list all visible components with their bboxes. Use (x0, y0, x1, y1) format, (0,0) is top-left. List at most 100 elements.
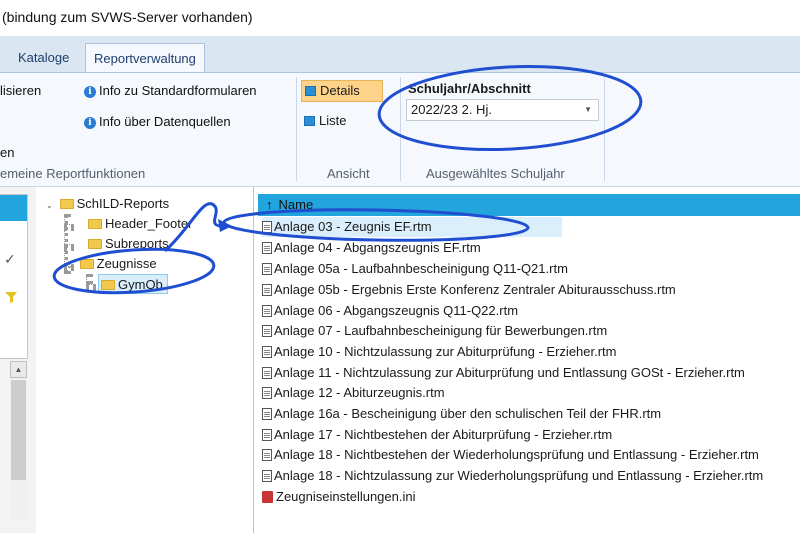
file-row[interactable]: Anlage 18 - Nichtbestehen der Wiederholu… (262, 445, 759, 465)
file-row[interactable]: Anlage 03 - Zeugnis EF.rtm (262, 217, 562, 237)
file-name: Anlage 07 - Laufbahnbescheinigung für Be… (274, 323, 608, 338)
file-name: Zeugniseinstellungen.ini (276, 489, 416, 504)
document-icon (262, 305, 272, 317)
tree-item-schild-reports[interactable]: ⌄ SchILD-Reports (46, 194, 169, 214)
file-name: Anlage 18 - Nichtbestehen der Wiederholu… (274, 447, 759, 462)
ini-file-icon (262, 491, 273, 503)
document-icon (262, 346, 272, 358)
document-icon (262, 284, 272, 296)
file-row[interactable]: Anlage 12 - Abiturzeugnis.rtm (262, 383, 445, 403)
info-icon: i (84, 117, 96, 129)
tree-item-label: Subreports (105, 236, 169, 251)
collapse-icon[interactable]: ⌄ (66, 256, 76, 276)
file-name: Anlage 18 - Nichtzulassung zur Wiederhol… (274, 468, 764, 483)
file-name: Anlage 06 - Abgangszeugnis Q11-Q22.rtm (274, 303, 519, 318)
file-row[interactable]: Anlage 11 - Nichtzulassung zur Abiturprü… (262, 363, 745, 383)
ribbon-separator (604, 77, 605, 181)
folder-open-icon (79, 259, 94, 269)
details-view-icon (305, 86, 316, 96)
document-icon (262, 325, 272, 337)
folder-open-icon (101, 280, 115, 290)
file-row[interactable]: Anlage 05a - Laufbahnbescheinigung Q11-Q… (262, 259, 568, 279)
filter-icon (5, 292, 17, 303)
document-icon (262, 470, 272, 482)
file-name: Anlage 16a - Bescheinigung über den schu… (274, 406, 662, 421)
tree-item-subreports[interactable]: Subreports (88, 234, 169, 254)
tab-kataloge[interactable]: Kataloge (10, 43, 77, 73)
ribbon-tabstrip: Kataloge Reportverwaltung (0, 36, 800, 73)
schoolyear-select[interactable]: 2022/23 2. Hj. ▼ (406, 99, 599, 121)
list-view-button[interactable]: Liste (301, 111, 383, 133)
group-label-schuljahr: Ausgewähltes Schuljahr (426, 166, 565, 181)
info-icon: i (84, 86, 96, 98)
check-icon: ✓ (4, 251, 16, 267)
details-view-button[interactable]: Details (301, 80, 383, 102)
tree-item-label: Header_Footer (105, 216, 193, 231)
chevron-down-icon: ▼ (584, 105, 592, 114)
tree-connector (86, 284, 96, 288)
folder-tree: ⌄ SchILD-Reports Header_Footer Subreport… (40, 187, 254, 533)
file-name: Anlage 03 - Zeugnis EF.rtm (274, 219, 432, 234)
scrollbar-thumb[interactable] (11, 380, 26, 480)
tree-item-label: Zeugnisse (96, 256, 157, 271)
file-name: Anlage 10 - Nichtzulassung zur Abiturprü… (274, 344, 617, 359)
tree-item-header-footer[interactable]: Header_Footer (88, 214, 192, 234)
scroll-up-button[interactable]: ▲ (10, 361, 27, 378)
ribbon-item-partial[interactable]: en (0, 145, 14, 160)
list-view-icon (304, 116, 315, 126)
file-list: ↑ Name Anlage 03 - Zeugnis EF.rtm Anlage … (258, 187, 800, 533)
file-row[interactable]: Anlage 17 - Nichtbestehen der Abiturprüf… (262, 425, 612, 445)
file-row[interactable]: Anlage 10 - Nichtzulassung zur Abiturprü… (262, 342, 617, 362)
file-name: Anlage 17 - Nichtbestehen der Abiturprüf… (274, 427, 613, 442)
document-icon (262, 242, 272, 254)
folder-icon (88, 219, 102, 229)
file-name: Anlage 05b - Ergebnis Erste Konferenz Ze… (274, 282, 676, 297)
document-icon (262, 367, 272, 379)
folder-open-icon (59, 199, 74, 209)
tree-connector (64, 244, 74, 248)
left-side-panel: ✓ ▲ (0, 187, 36, 533)
group-label-reportfunktionen: emeine Reportfunktionen (0, 166, 146, 181)
file-row-ini[interactable]: Zeugniseinstellungen.ini (262, 487, 415, 507)
tree-connector (86, 274, 90, 284)
tree-connector (64, 224, 74, 228)
file-row[interactable]: Anlage 16a - Bescheinigung über den schu… (262, 404, 661, 424)
document-icon (262, 387, 272, 399)
info-standardformulare-label: Info zu Standardformularen (99, 83, 257, 98)
file-row[interactable]: Anlage 07 - Laufbahnbescheinigung für Be… (262, 321, 607, 341)
file-row[interactable]: Anlage 06 - Abgangszeugnis Q11-Q22.rtm (262, 301, 518, 321)
file-name: Anlage 04 - Abgangszeugnis EF.rtm (274, 240, 481, 255)
tab-reportverwaltung[interactable]: Reportverwaltung (85, 43, 205, 73)
ribbon-item-aktualisieren[interactable]: lisieren (0, 83, 41, 98)
file-row[interactable]: Anlage 18 - Nichtzulassung zur Wiederhol… (262, 466, 763, 486)
left-side-header (0, 195, 27, 221)
list-view-label: Liste (319, 113, 347, 128)
folder-icon (88, 239, 102, 249)
document-icon (262, 263, 272, 275)
info-standardformulare-button[interactable]: i Info zu Standardformularen (84, 83, 257, 98)
left-side-list: ✓ (0, 194, 28, 359)
details-view-label: Details (320, 83, 360, 98)
schoolyear-value: 2022/23 2. Hj. (411, 102, 492, 117)
tree-item-zeugnisse[interactable]: ⌄ Zeugnisse (66, 254, 157, 274)
file-name: Anlage 11 - Nichtzulassung zur Abiturprü… (274, 365, 745, 380)
document-icon (262, 449, 272, 461)
column-header-name[interactable]: ↑ Name (258, 194, 800, 216)
file-row[interactable]: Anlage 05b - Ergebnis Erste Konferenz Ze… (262, 280, 676, 300)
schoolyear-title: Schuljahr/Abschnitt (408, 81, 531, 96)
file-name: Anlage 05a - Laufbahnbescheinigung Q11-Q… (274, 261, 568, 276)
info-datenquellen-button[interactable]: i Info über Datenquellen (84, 114, 231, 129)
tree-item-gymob[interactable]: GymOb (98, 274, 168, 294)
file-name: Anlage 12 - Abiturzeugnis.rtm (274, 385, 445, 400)
file-row[interactable]: Anlage 04 - Abgangszeugnis EF.rtm (262, 238, 481, 258)
ribbon-panel: lisieren en i Info zu Standardformularen … (0, 72, 800, 187)
collapse-icon[interactable]: ⌄ (46, 196, 56, 216)
window-title: (bindung zum SVWS-Server vorhanden) (2, 9, 253, 25)
tree-item-label: GymOb (118, 277, 163, 292)
sort-icon: ↑ (266, 197, 273, 212)
info-datenquellen-label: Info über Datenquellen (99, 114, 231, 129)
ribbon-separator (400, 77, 401, 181)
window-titlebar: (bindung zum SVWS-Server vorhanden) (0, 0, 800, 36)
group-label-ansicht: Ansicht (327, 166, 370, 181)
document-icon (262, 429, 272, 441)
